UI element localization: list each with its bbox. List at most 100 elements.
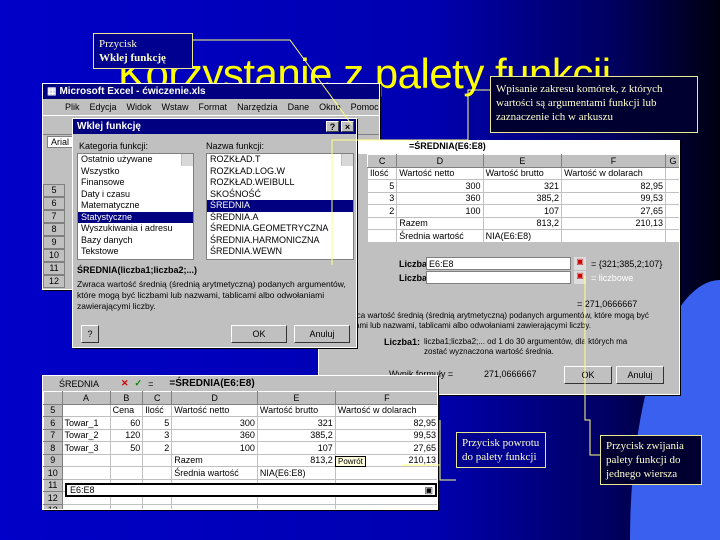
cell[interactable]: 107 [482,204,563,218]
cell[interactable] [665,166,679,180]
row-header[interactable]: 8 [43,441,63,455]
cell[interactable]: NIA(E6:E8) [256,466,336,480]
category-item[interactable]: Wyszukiwania i adresu [78,223,193,235]
palette-cancel-button[interactable]: Anuluj [616,366,664,384]
scrollbar[interactable] [181,154,193,166]
column-header[interactable]: E [256,391,336,405]
cell[interactable]: 2 [142,441,173,455]
column-header[interactable]: E [482,154,563,168]
column-header[interactable]: G [665,154,679,168]
cell[interactable]: 27,65 [561,204,667,218]
cell[interactable]: 210,13 [561,216,667,230]
cell[interactable]: Cena [109,403,144,417]
function-item[interactable]: TEST.CHI [207,258,353,260]
cell[interactable]: 82,95 [561,179,667,193]
column-header[interactable]: D [396,154,484,168]
cell[interactable] [561,229,667,243]
menu-item[interactable]: Plik [65,102,80,112]
cell[interactable] [665,204,679,218]
cell[interactable]: 300 [171,416,258,430]
cell[interactable] [366,229,398,243]
row-header[interactable]: 11 [43,478,63,492]
cell[interactable] [61,503,111,509]
cell[interactable] [366,216,398,230]
cell[interactable]: 321 [482,179,563,193]
expand-dialog-icon[interactable]: ▣ [424,485,433,495]
arg1-input[interactable]: E6:E8 [426,257,571,270]
cell[interactable] [61,466,111,480]
cell[interactable] [256,503,336,509]
menu-item[interactable]: Widok [127,102,152,112]
scrollbar[interactable] [341,154,353,166]
cell[interactable] [142,503,173,509]
cell[interactable] [334,503,437,509]
cell[interactable]: 100 [396,204,484,218]
cell[interactable]: 5 [142,416,173,430]
collapse-dialog-icon[interactable]: ▣ [574,271,586,284]
cell[interactable] [142,466,173,480]
cell[interactable]: 99,53 [334,428,437,442]
ok-button[interactable]: OK [231,325,287,343]
row-header[interactable]: 9 [43,453,63,467]
cell[interactable]: 5 [366,179,398,193]
cell[interactable]: 99,53 [561,191,667,205]
function-item[interactable]: ROZKŁAD.T [207,154,353,166]
category-list[interactable]: Ostatnio używane Wszystko Finansowe Daty i … [77,153,194,260]
category-item[interactable]: Logiczne [78,258,193,260]
category-item[interactable]: Tekstowe [78,246,193,258]
font-box[interactable]: Arial [47,136,74,148]
arg2-input[interactable] [426,271,571,284]
column-header[interactable]: F [561,154,667,168]
category-item[interactable]: Bazy danych [78,235,193,247]
function-item[interactable]: ŚREDNIA.WEWN [207,246,353,258]
function-item[interactable]: ŚREDNIA.A [207,212,353,224]
cell[interactable]: Towar_2 [61,428,111,442]
column-header[interactable]: A [61,391,111,405]
cell[interactable] [665,179,679,193]
cell[interactable] [61,453,111,467]
row-header[interactable]: 6 [43,416,63,430]
cell[interactable]: 360 [171,428,258,442]
cell[interactable]: Wartość netto [171,403,258,417]
cell[interactable] [109,503,144,509]
cell[interactable]: 3 [142,428,173,442]
cell[interactable] [334,466,437,480]
cell[interactable]: 385,2 [256,428,336,442]
menu-item[interactable]: Edycja [90,102,117,112]
category-item[interactable]: Wszystko [78,166,193,178]
column-header[interactable]: D [171,391,258,405]
cell[interactable]: Towar_1 [61,416,111,430]
cell[interactable]: 813,2 [256,453,336,467]
cell[interactable]: Wartość brutto [256,403,336,417]
formula-text[interactable]: =ŚREDNIA(E6:E8) [169,378,254,389]
cell[interactable] [665,216,679,230]
cell[interactable] [61,403,111,417]
cell[interactable]: 813,2 [482,216,563,230]
cell[interactable]: 107 [256,441,336,455]
cell[interactable]: Towar_3 [61,441,111,455]
function-item[interactable]: SKOŚNOŚĆ [207,189,353,201]
menu-item[interactable]: Narzędzia [237,102,278,112]
cell[interactable]: Średnia wartość [171,466,258,480]
menu-item[interactable]: Okno [319,102,341,112]
close-button[interactable]: × [341,121,354,132]
cell[interactable]: Wartość w dolarach [334,403,437,417]
category-item[interactable]: Ostatnio używane [78,154,193,166]
cell[interactable]: 360 [396,191,484,205]
category-item[interactable]: Daty i czasu [78,189,193,201]
formula-bar[interactable]: =ŚREDNIA(E6:E8) [319,141,679,154]
cell[interactable]: 60 [109,416,144,430]
menu-item[interactable]: Dane [288,102,310,112]
cell[interactable] [142,453,173,467]
cell[interactable]: NIA(E6:E8) [482,229,563,243]
office-assistant-button[interactable]: ? [81,325,99,343]
row-header[interactable]: 5 [43,403,63,417]
confirm-icon[interactable]: ✓ [135,378,143,389]
cell[interactable]: 120 [109,428,144,442]
cell[interactable]: Ilość [142,403,173,417]
collapse-dialog-icon[interactable]: ▣ [574,257,586,270]
palette-ok-button[interactable]: OK [564,366,612,384]
column-header[interactable]: B [109,391,144,405]
category-item[interactable]: Finansowe [78,177,193,189]
menu-item[interactable]: Pomoc [351,102,379,112]
